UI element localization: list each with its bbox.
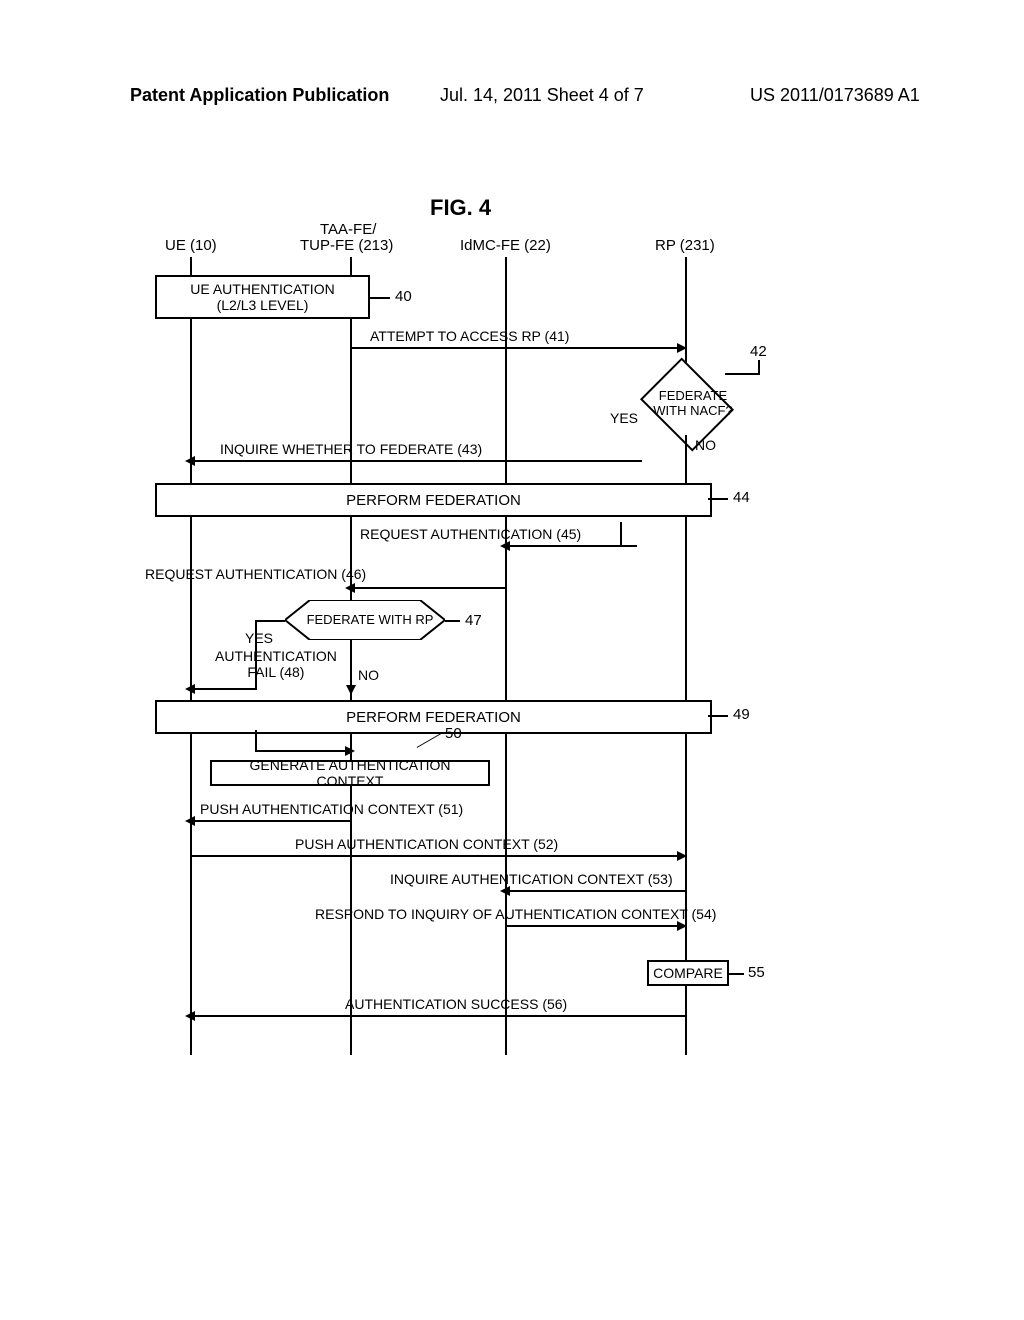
no-42-stub (620, 522, 622, 545)
arrow-48-head (185, 684, 195, 694)
arrow-45 (507, 545, 637, 547)
arrow-41-head (677, 343, 687, 353)
lane-rp: RP (231) (655, 237, 715, 254)
ref-42: 42 (750, 343, 767, 360)
label-no-47: NO (358, 667, 379, 683)
ref-line-42a (725, 373, 760, 375)
arrow-51 (192, 820, 350, 822)
box-ue-auth-l2: (L2/L3 LEVEL) (217, 297, 309, 313)
msg-56: AUTHENTICATION SUCCESS (56) (345, 996, 567, 1012)
msg-43: INQUIRE WHETHER TO FEDERATE (43) (220, 441, 482, 457)
ref-44: 44 (733, 489, 750, 506)
ref-40: 40 (395, 288, 412, 305)
box-compare: COMPARE (647, 960, 729, 986)
msg-53: INQUIRE AUTHENTICATION CONTEXT (53) (390, 871, 673, 887)
box-ue-auth-l1: UE AUTHENTICATION (190, 281, 334, 297)
arrow-43-head (185, 456, 195, 466)
lane-idmc: IdMC-FE (22) (460, 237, 551, 254)
no-47-line (350, 640, 352, 690)
ref-line-42b (758, 360, 760, 375)
arrow-56-head (185, 1011, 195, 1021)
msg-46: REQUEST AUTHENTICATION (46) (145, 566, 366, 582)
no-42-line (685, 435, 687, 483)
ref-50: 50 (445, 725, 462, 742)
header-right: US 2011/0173689 A1 (750, 85, 920, 106)
no-47-head (346, 685, 356, 695)
yes-47-line (255, 620, 285, 622)
arrow-43 (192, 460, 642, 462)
arrow-54 (507, 925, 682, 927)
ref-line-49 (708, 715, 728, 717)
msg-48: AUTHENTICATION FAIL (48) (215, 648, 337, 680)
ref-line-47 (445, 620, 460, 622)
arrow-53 (507, 890, 685, 892)
arrow-46-v (505, 545, 507, 587)
label-no-42: NO (695, 437, 716, 453)
lifeline-idmc (505, 257, 507, 1055)
msg-54: RESPOND TO INQUIRY OF AUTHENTICATION CON… (315, 906, 716, 922)
ref-55: 55 (748, 964, 765, 981)
sequence-diagram: UE (10) TAA-FE/ TUP-FE (213) IdMC-FE (22… (155, 215, 865, 1055)
ref-line-50 (417, 733, 442, 748)
loop-50-v1 (255, 730, 257, 750)
msg-51: PUSH AUTHENTICATION CONTEXT (51) (200, 801, 463, 817)
arrow-52-head (677, 851, 687, 861)
ref-line-44 (708, 498, 728, 500)
arrow-46-head (345, 583, 355, 593)
arrow-53-head (500, 886, 510, 896)
arrow-52 (192, 855, 682, 857)
msg-52: PUSH AUTHENTICATION CONTEXT (52) (295, 836, 558, 852)
arrow-51-head (185, 816, 195, 826)
ref-47: 47 (465, 612, 482, 629)
label-yes-47: YES (245, 630, 273, 646)
lifeline-ue (190, 257, 192, 1055)
box-federation-44: PERFORM FEDERATION (155, 483, 712, 517)
arrow-54-head (677, 921, 687, 931)
lane-taa-2: TUP-FE (213) (300, 237, 393, 254)
header-left: Patent Application Publication (130, 85, 389, 106)
arrow-46 (352, 587, 507, 589)
lane-ue: UE (10) (165, 237, 217, 254)
ref-line-55 (729, 973, 744, 975)
decision-42 (640, 357, 734, 451)
label-yes-42: YES (610, 410, 638, 426)
lane-taa-1: TAA-FE/ (320, 221, 376, 238)
decision-47-shape (285, 600, 445, 640)
loop-50-h (255, 750, 350, 752)
box-gen-auth-ctx: GENERATE AUTHENTICATION CONTEXT (210, 760, 490, 786)
msg-45: REQUEST AUTHENTICATION (45) (360, 526, 581, 542)
loop-50-head (345, 746, 355, 756)
ref-line-40 (370, 297, 390, 299)
arrow-48 (192, 688, 255, 690)
box-ue-auth: UE AUTHENTICATION (L2/L3 LEVEL) (155, 275, 370, 319)
box-federation-49: PERFORM FEDERATION (155, 700, 712, 734)
ref-49: 49 (733, 706, 750, 723)
arrow-41 (352, 347, 682, 349)
header-center: Jul. 14, 2011 Sheet 4 of 7 (440, 85, 644, 106)
msg-41: ATTEMPT TO ACCESS RP (41) (370, 328, 569, 344)
decision-47-wrap (285, 600, 445, 645)
arrow-56 (192, 1015, 685, 1017)
